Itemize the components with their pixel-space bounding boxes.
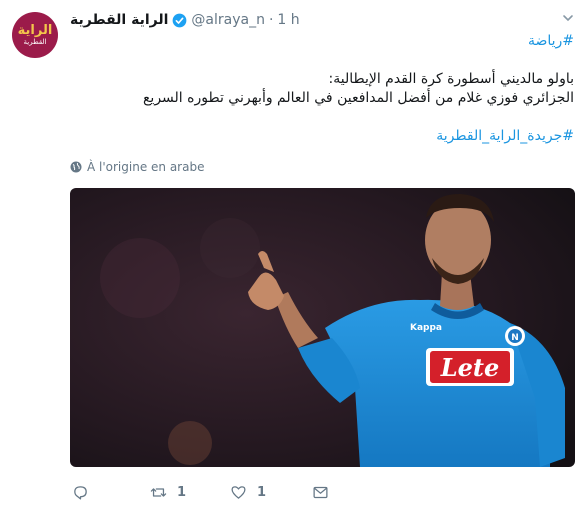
svg-text:N: N [511, 333, 519, 343]
direct-message-button[interactable] [312, 480, 329, 504]
avatar[interactable]: الراية القطرية [12, 12, 58, 58]
tweet-text: #رياضة باولو مالديني أسطورة كرة القدم ال… [74, 32, 574, 146]
verified-badge-icon [173, 13, 187, 27]
jersey-sponsor-label: Lete [440, 353, 500, 382]
globe-icon [70, 161, 82, 173]
user-handle[interactable]: @alraya_n [191, 12, 265, 28]
timestamp[interactable]: 1 h [277, 12, 299, 28]
hashtag-paper-link[interactable]: #جريدة_الراية_القطرية [74, 127, 574, 146]
tweet-card: الراية القطرية الراية القطرية @alraya_n … [0, 0, 584, 507]
tweet-line-1: باولو مالديني أسطورة كرة القدم الإيطالية… [328, 71, 575, 87]
heart-icon [231, 485, 246, 499]
tweet-photo[interactable]: N Kappa Lete [70, 188, 575, 467]
hashtag-sport-link[interactable]: #رياضة [74, 32, 574, 51]
avatar-logo-sub: القطرية [23, 37, 47, 46]
translation-label: À l'origine en arabe [87, 160, 205, 174]
display-name[interactable]: الراية القطرية [70, 12, 168, 28]
like-count: 1 [257, 484, 267, 500]
chevron-down-icon[interactable] [562, 12, 574, 24]
reply-icon [74, 485, 87, 500]
player-photo: N Kappa Lete [70, 188, 575, 467]
tweet-actions: 1 1 [70, 480, 400, 504]
translation-notice: À l'origine en arabe [70, 160, 204, 174]
retweet-icon [150, 487, 167, 497]
tweet-header: الراية القطرية @alraya_n · 1 h [70, 9, 300, 31]
tweet-line-2: الجزائري فوزي غلام من أفضل المدافعين في … [142, 90, 574, 106]
separator-dot: · [268, 12, 274, 28]
jersey-brand-label: Kappa [410, 323, 442, 333]
retweet-count: 1 [177, 484, 187, 500]
retweet-button[interactable]: 1 [150, 480, 186, 504]
reply-button[interactable] [72, 480, 99, 504]
envelope-icon [313, 486, 328, 498]
avatar-logo-text: الراية [17, 22, 53, 38]
like-button[interactable]: 1 [230, 480, 266, 504]
